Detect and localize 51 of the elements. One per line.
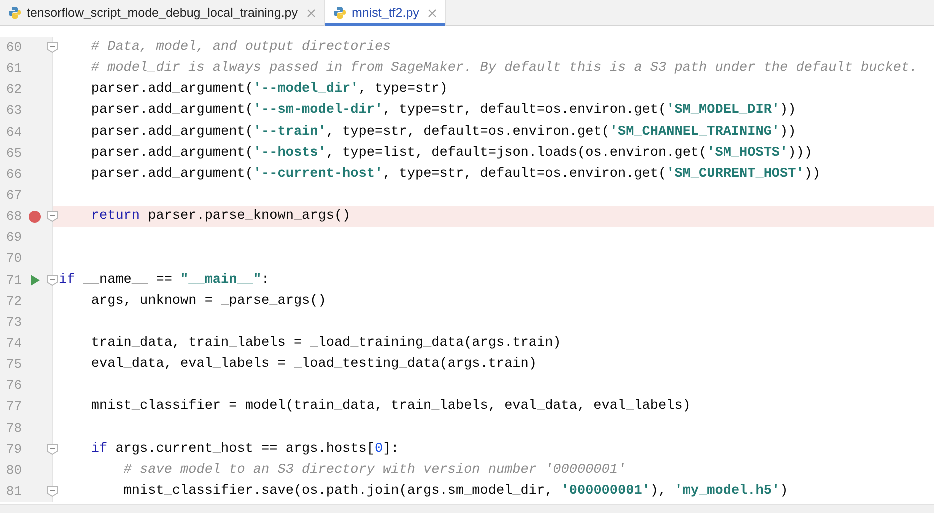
line-number: 72 (5, 294, 22, 309)
fold-icon[interactable] (47, 444, 58, 455)
code-line: args, unknown = _parse_args() (90, 294, 326, 309)
line-number: 68 (5, 209, 22, 224)
run-icon[interactable] (30, 274, 40, 286)
line-number: 71 (5, 272, 22, 288)
line-number: 64 (5, 124, 22, 140)
code-line: if args.current_host == args.hosts[0]: (90, 442, 400, 457)
code-line: parser.add_argument('--sm-model-dir', type=str, default=os.environ.get('SM_MODEL_DIR')) (90, 103, 796, 118)
line-number: 74 (5, 336, 22, 352)
line-number: 70 (5, 251, 22, 266)
breakpoint-icon[interactable] (29, 210, 41, 223)
code-line: # Data, model, and output directories (90, 40, 392, 56)
fold-icon[interactable] (47, 486, 58, 497)
code-line: parser.add_argument('--train', type=str, default=os.environ.get('SM_CHANNEL_TRAINING')) (90, 124, 796, 140)
line-number: 60 (5, 40, 22, 56)
python-file-icon (8, 6, 22, 20)
file-tab[interactable]: mnist_tf2.py (325, 0, 446, 26)
code-line: # model_dir is always passed in from SageMaker. By default this is a S3 path under the default bucket. (90, 61, 918, 76)
line-number: 61 (5, 61, 22, 76)
line-number: 78 (5, 420, 22, 436)
line-number: 73 (5, 314, 22, 330)
close-icon[interactable] (307, 8, 316, 18)
line-number: 80 (5, 462, 22, 478)
line-number: 62 (5, 82, 22, 98)
code-line: parser.add_argument('--current-host', type=str, default=os.environ.get('SM_CURRENT_HOST')) (90, 166, 821, 182)
line-number: 66 (5, 166, 22, 182)
code-line: parser.add_argument('--hosts', type=list, default=json.loads(os.environ.get('SM_HOSTS'))) (90, 146, 812, 161)
fold-icon[interactable] (47, 42, 58, 53)
fold-icon[interactable] (47, 274, 58, 286)
code-line: eval_data, eval_labels = _load_testing_data(args.train) (90, 357, 537, 372)
fold-icon[interactable] (47, 211, 58, 222)
code-line: parser.add_argument('--model_dir', type=str) (90, 82, 448, 98)
line-number: 65 (5, 146, 22, 161)
python-file-icon (333, 6, 348, 20)
code-line: # save model to an S3 directory with version number '00000001' (122, 462, 626, 478)
code-line: mnist_classifier.save(os.path.join(args.sm_model_dir, '000000001'), 'my_model.h5') (122, 484, 788, 500)
line-number: 77 (5, 399, 22, 414)
code-line: mnist_classifier = model(train_data, train_labels, eval_data, eval_labels) (90, 399, 691, 414)
code-line: return parser.parse_known_args() (90, 209, 351, 224)
line-number: 76 (5, 378, 22, 394)
code-line: if __name__ == "__main__": (59, 272, 270, 288)
line-number: 75 (5, 357, 22, 372)
code-line: train_data, train_labels = _load_training_data(args.train) (90, 336, 562, 352)
line-number: 79 (5, 442, 22, 457)
close-icon[interactable] (428, 8, 438, 18)
line-number: 69 (5, 230, 22, 246)
line-number: 63 (5, 103, 22, 118)
horizontal-scrollbar[interactable] (0, 504, 934, 513)
line-number: 67 (5, 188, 22, 204)
line-number: 81 (5, 484, 22, 500)
